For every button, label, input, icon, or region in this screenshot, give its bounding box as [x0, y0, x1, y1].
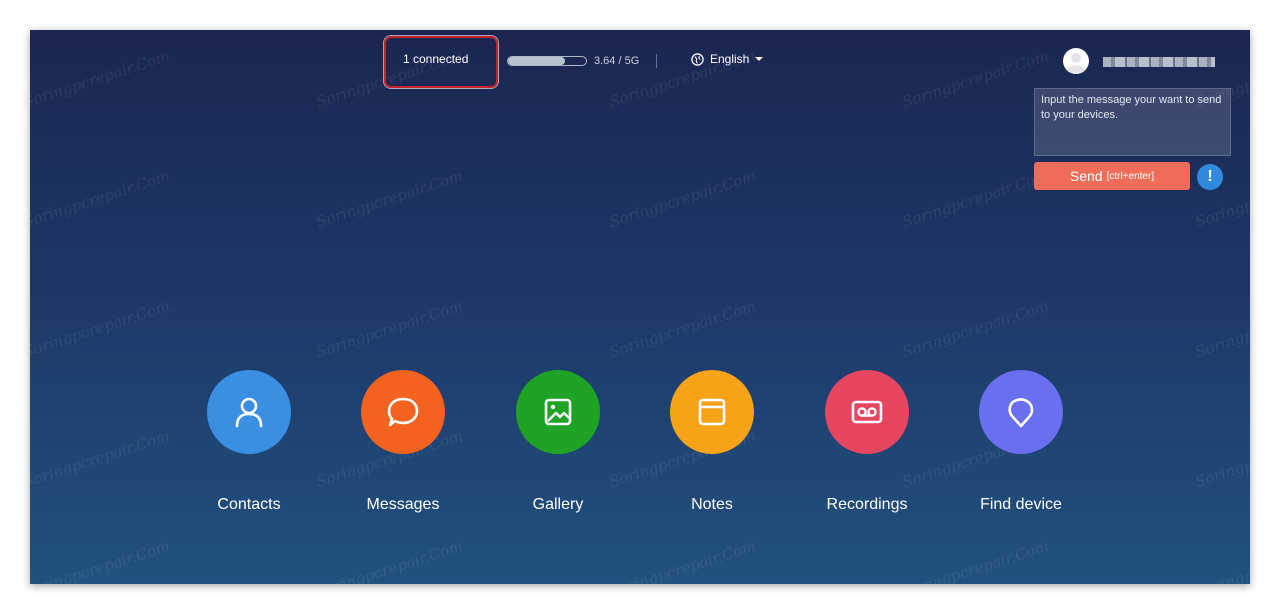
notes-icon [698, 398, 726, 426]
caret-down-icon [755, 56, 764, 62]
app-find-device[interactable]: Find device [951, 370, 1091, 514]
info-icon[interactable]: ! [1197, 164, 1223, 190]
messages-circle [361, 370, 445, 454]
watermark-text: Soringpcrepair.Com [30, 426, 172, 492]
watermark-text: Soringpcrepair.Com [313, 296, 465, 362]
globe-icon [691, 52, 704, 66]
watermark-text: Soringpcrepair.Com [1192, 296, 1250, 362]
app-label: Gallery [532, 496, 584, 513]
storage-text: 3.64 / 5G [594, 55, 640, 67]
app-label: Recordings [826, 496, 908, 513]
user-avatar-icon [1067, 53, 1085, 74]
recordings-circle [825, 370, 909, 454]
app-label: Notes [691, 496, 733, 513]
send-shortcut-hint: [ctrl+enter] [1106, 170, 1155, 182]
language-selector[interactable]: English [691, 52, 764, 66]
language-label: English [710, 52, 750, 66]
watermark-text: Soringpcrepair.Com [899, 536, 1051, 584]
send-button[interactable]: Send [ctrl+enter] [1034, 162, 1190, 190]
notes-circle [670, 370, 754, 454]
watermark-text: Soringpcrepair.Com [313, 536, 465, 584]
app-contacts[interactable]: Contacts [179, 370, 319, 514]
storage-fill [508, 57, 565, 65]
recording-icon [851, 400, 883, 424]
app-label: Find device [980, 496, 1062, 513]
watermark-text: Soringpcrepair.Com [30, 536, 172, 584]
contacts-circle [207, 370, 291, 454]
watermark-text: Soringpcrepair.Com [606, 536, 758, 584]
watermark-text: Soringpcrepair.Com [899, 296, 1051, 362]
divider [656, 54, 657, 68]
app-notes[interactable]: Notes [642, 370, 782, 514]
location-pin-icon [1008, 398, 1034, 428]
app-label: Contacts [217, 496, 281, 513]
watermark-text: Soringpcrepair.Com [313, 166, 465, 232]
username-blurred [1103, 57, 1215, 67]
watermark-text: Soringpcrepair.Com [899, 46, 1051, 112]
person-icon [235, 397, 263, 428]
send-label: Send [1069, 168, 1103, 184]
avatar[interactable] [1063, 48, 1089, 74]
app-recordings[interactable]: Recordings [797, 370, 937, 514]
find-device-circle [979, 370, 1063, 454]
watermark-text: Soringpcrepair.Com [30, 166, 172, 232]
storage-bar [507, 56, 587, 66]
watermark-text: Soringpcrepair.Com [899, 166, 1051, 232]
app-label: Messages [366, 496, 440, 513]
watermark-text: Soringpcrepair.Com [1192, 426, 1250, 492]
image-icon [544, 398, 572, 426]
watermark-text: Soringpcrepair.Com [30, 296, 172, 362]
watermark-text: Soringpcrepair.Com [606, 296, 758, 362]
gallery-circle [516, 370, 600, 454]
message-input[interactable] [1034, 88, 1231, 156]
watermark-text: Soringpcrepair.Com [1192, 536, 1250, 584]
app-gallery[interactable]: Gallery [488, 370, 628, 514]
chat-bubble-icon [387, 397, 419, 427]
connected-status[interactable]: 1 connected [403, 52, 468, 66]
watermark-text: Soringpcrepair.Com [30, 46, 172, 112]
app-messages[interactable]: Messages [333, 370, 473, 514]
app-window: Soringpcrepair.Com Soringpcrepair.Com Sori… [30, 30, 1250, 584]
watermark-text: Soringpcrepair.Com [606, 166, 758, 232]
